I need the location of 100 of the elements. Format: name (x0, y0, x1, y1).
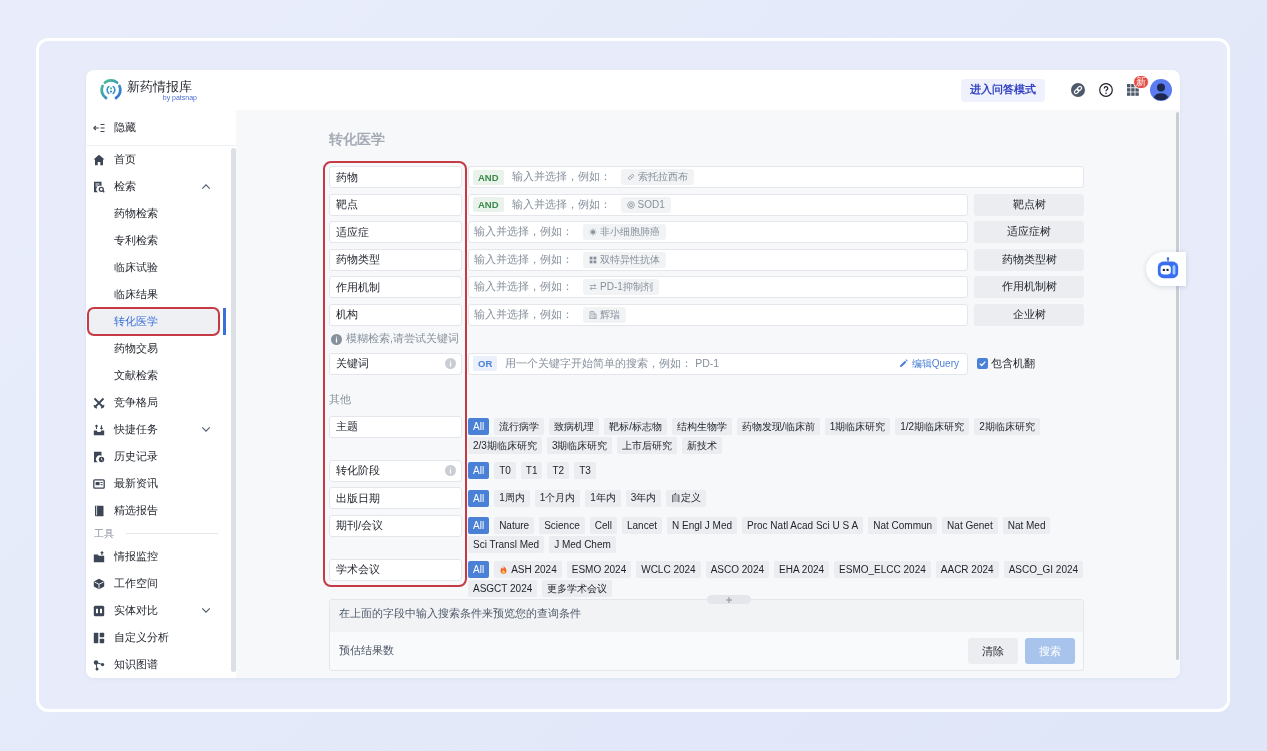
operator-tag[interactable]: AND (473, 197, 504, 212)
sidebar-item[interactable]: 知识图谱 (88, 651, 226, 678)
checkbox[interactable] (977, 358, 988, 369)
sidebar-item[interactable]: 专利检索 (88, 227, 226, 254)
filter-chip[interactable]: Nature (494, 517, 535, 534)
filter-chip[interactable]: 新技术 (682, 437, 723, 454)
filter-chip[interactable]: ASH 2024 (494, 561, 562, 578)
filter-chip[interactable]: 1个月内 (534, 489, 581, 507)
filter-chip[interactable]: 药物发现/临床前 (736, 418, 820, 435)
filter-chip[interactable]: All (468, 517, 490, 534)
keyword-input-field[interactable]: OR 用一个关键字开始简单的搜索，例如： PD-1 编辑Query (468, 352, 968, 375)
more-button[interactable]: 更多学术会议 (542, 580, 613, 597)
input-field[interactable]: 输入并选择，例如： PD-1抑制剂 (468, 276, 968, 298)
clear-button[interactable]: 清除 (968, 638, 1018, 664)
input-field[interactable]: AND 输入并选择，例如： 索托拉西布 (468, 166, 1084, 188)
filter-chip[interactable]: 1周内 (494, 489, 530, 507)
filter-chip[interactable]: N Engl J Med (667, 517, 737, 534)
filter-chip[interactable]: Cell (589, 517, 617, 534)
filter-chip[interactable]: T2 (547, 462, 570, 479)
sidebar-item[interactable]: 检索 (88, 173, 226, 200)
input-field[interactable]: 输入并选择，例如： 非小细胞肺癌 (468, 221, 968, 243)
sidebar-item[interactable]: 首页 (88, 146, 226, 173)
filter-chip[interactable]: All (468, 418, 490, 435)
filter-chip[interactable]: ASCO 2024 (705, 561, 770, 578)
filter-chip[interactable]: WCLC 2024 (636, 561, 701, 578)
sidebar-item[interactable]: 精选报告 (88, 497, 226, 524)
field-selector[interactable]: 机构 (329, 303, 462, 326)
filter-chip[interactable]: Sci Transl Med (468, 536, 545, 553)
sidebar-item[interactable]: 最新资讯 (88, 470, 226, 497)
filter-chip[interactable]: ASGCT 2024 (468, 580, 538, 597)
filter-chip[interactable]: Proc Natl Acad Sci U S A (742, 517, 864, 534)
sidebar-item[interactable]: 工作空间 (88, 570, 226, 597)
field-selector[interactable]: 关键词 (329, 352, 462, 375)
sidebar-item[interactable]: 临床试验 (88, 254, 226, 281)
scrollbar-thumb[interactable] (1176, 112, 1179, 660)
input-field[interactable]: AND 输入并选择，例如： SOD1 (468, 193, 968, 216)
sidebar-item[interactable]: 文献检索 (88, 362, 226, 389)
tree-button[interactable]: 靶点树 (974, 193, 1084, 216)
filter-label[interactable]: 转化阶段 (329, 459, 462, 482)
filter-label[interactable]: 主题 (329, 415, 462, 438)
resize-handle[interactable] (707, 595, 751, 604)
field-selector[interactable]: 作用机制 (329, 276, 462, 298)
tree-button[interactable]: 药物类型树 (974, 248, 1084, 271)
filter-chip[interactable]: 3年内 (625, 489, 662, 507)
filter-chip[interactable]: T0 (494, 462, 516, 479)
filter-chip[interactable]: All (468, 561, 490, 578)
filter-chip[interactable]: 上市后研究 (617, 437, 678, 454)
sidebar-item[interactable]: 转化医学 (88, 308, 226, 335)
filter-chip[interactable]: 2/3期临床研究 (468, 437, 542, 454)
edit-query-link[interactable]: 编辑Query (898, 356, 959, 371)
filter-chip[interactable]: 致病机理 (549, 418, 600, 435)
avatar-icon[interactable] (1150, 79, 1172, 101)
tree-button[interactable]: 适应症树 (974, 221, 1084, 243)
filter-chip[interactable]: All (468, 489, 490, 507)
filter-chip[interactable]: T1 (520, 462, 543, 479)
filter-chip[interactable]: 流行病学 (494, 418, 545, 435)
filter-chip[interactable]: ESMO_ELCC 2024 (834, 561, 931, 578)
sidebar-item[interactable]: 历史记录 (88, 443, 226, 470)
filter-chip[interactable]: T3 (574, 462, 596, 479)
filter-chip[interactable]: 3期临床研究 (546, 437, 613, 454)
tree-button[interactable]: 作用机制树 (974, 276, 1084, 298)
filter-chip[interactable]: AACR 2024 (935, 561, 999, 578)
filter-chip[interactable]: J Med Chem (549, 536, 616, 553)
operator-tag[interactable]: AND (473, 169, 504, 185)
input-field[interactable]: 输入并选择，例如： 辉瑞 (468, 303, 968, 326)
sidebar-item[interactable]: 竞争格局 (88, 389, 226, 416)
link-icon[interactable] (1071, 83, 1085, 97)
filter-chip[interactable]: ASCO_GI 2024 (1003, 561, 1084, 578)
sidebar-item[interactable]: 实体对比 (88, 597, 226, 624)
filter-chip[interactable]: 1/2期临床研究 (895, 418, 970, 435)
operator-tag[interactable]: OR (473, 356, 498, 371)
sidebar-item[interactable]: 药物检索 (88, 200, 226, 227)
sidebar-item[interactable]: 临床结果 (88, 281, 226, 308)
filter-chip[interactable]: Nat Genet (942, 517, 998, 534)
field-selector[interactable]: 适应症 (329, 221, 462, 243)
filter-chip[interactable]: Nat Commun (868, 517, 938, 534)
filter-chip[interactable]: All (468, 462, 490, 479)
sidebar-item[interactable]: 快捷任务 (88, 416, 226, 443)
sidebar-item[interactable]: 药物交易 (88, 335, 226, 362)
filter-chip[interactable]: 结构生物学 (671, 418, 732, 435)
field-selector[interactable]: 药物 (329, 166, 462, 188)
field-selector[interactable]: 靶点 (329, 193, 462, 216)
help-icon[interactable] (1099, 83, 1113, 97)
field-selector[interactable]: 药物类型 (329, 248, 462, 271)
assistant-button[interactable] (1146, 252, 1186, 286)
filter-chip[interactable]: EHA 2024 (774, 561, 830, 578)
filter-chip[interactable]: 靶标/标志物 (604, 418, 667, 435)
scrollbar[interactable] (231, 148, 236, 672)
tree-button[interactable]: 企业树 (974, 303, 1084, 326)
filter-chip[interactable]: 2期临床研究 (974, 418, 1040, 435)
filter-label[interactable]: 出版日期 (329, 487, 462, 509)
input-field[interactable]: 输入并选择，例如： 双特异性抗体 (468, 248, 968, 271)
query-preview-field[interactable]: 在上面的字段中输入搜索条件来预览您的查询条件 (330, 600, 1083, 632)
qa-mode-button[interactable]: 进入问答模式 (961, 78, 1045, 102)
filter-label[interactable]: 学术会议 (329, 558, 462, 581)
sidebar-item[interactable]: 情报监控 (88, 543, 226, 570)
filter-label[interactable]: 期刊/会议 (329, 514, 462, 537)
filter-chip[interactable]: 1期临床研究 (824, 418, 891, 435)
filter-chip[interactable]: Lancet (621, 517, 662, 534)
sidebar-item[interactable]: 自定义分析 (88, 624, 226, 651)
